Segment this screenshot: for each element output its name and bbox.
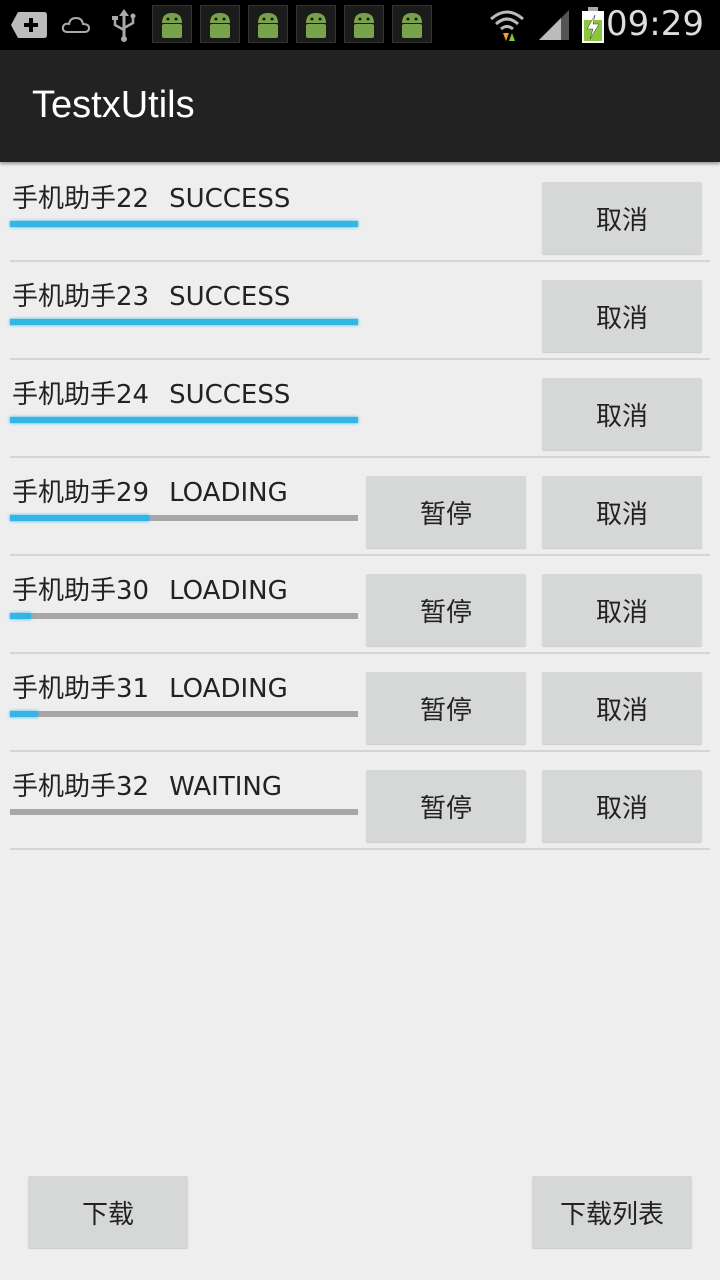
download-progress-fill [10,221,358,227]
download-list: 手机助手22 SUCCESS 取消 手机助手23 SUCCESS 取消 手机助手24… [10,164,710,850]
download-progress-bar [10,221,358,227]
cancel-button[interactable]: 取消 [542,280,702,352]
download-item-label: 手机助手32 WAITING [12,766,282,803]
android-icon [296,5,336,43]
download-item-label: 手机助手31 LOADING [12,668,288,705]
download-state: SUCCESS [169,184,291,214]
download-progress-bar [10,613,358,619]
download-progress-bar [10,711,358,717]
download-state: LOADING [169,576,288,606]
battery-charging-icon [578,6,608,44]
wifi-icon [488,6,526,44]
pause-button[interactable]: 暂停 [366,574,526,646]
download-item: 手机助手30 LOADING 暂停 取消 [10,556,710,654]
download-state: WAITING [169,772,282,802]
download-progress-bar [10,417,358,423]
download-progress-bar [10,515,358,521]
download-progress-fill [10,515,150,521]
download-name: 手机助手30 [12,576,150,606]
cancel-button[interactable]: 取消 [542,476,702,548]
download-state: LOADING [169,674,288,704]
download-name: 手机助手32 [12,772,150,802]
download-item-label: 手机助手23 SUCCESS [12,276,290,313]
signal-icon [536,6,572,44]
pause-button[interactable]: 暂停 [366,770,526,842]
download-item: 手机助手29 LOADING 暂停 取消 [10,458,710,556]
download-progress-fill [10,319,358,325]
download-name: 手机助手31 [12,674,150,704]
status-bar: 09:29 [0,0,720,50]
android-icon [152,5,192,43]
download-state: LOADING [169,478,288,508]
download-item-label: 手机助手29 LOADING [12,472,288,509]
download-progress-bar [10,319,358,325]
download-item: 手机助手23 SUCCESS 取消 [10,262,710,360]
download-name: 手机助手22 [12,184,150,214]
pause-button[interactable]: 暂停 [366,476,526,548]
download-progress-fill [10,613,31,619]
download-name: 手机助手23 [12,282,150,312]
app-title: TestxUtils [32,84,195,126]
clock: 09:29 [606,4,704,44]
cloud-icon [60,6,92,44]
download-item: 手机助手24 SUCCESS 取消 [10,360,710,458]
add-notification-icon [10,6,48,44]
download-item: 手机助手22 SUCCESS 取消 [10,164,710,262]
download-item-label: 手机助手30 LOADING [12,570,288,607]
download-item: 手机助手31 LOADING 暂停 取消 [10,654,710,752]
cancel-button[interactable]: 取消 [542,378,702,450]
download-item-label: 手机助手24 SUCCESS [12,374,290,411]
android-icon [248,5,288,43]
usb-icon [110,6,138,44]
download-name: 手机助手24 [12,380,150,410]
download-name: 手机助手29 [12,478,150,508]
download-progress-fill [10,417,358,423]
android-icon [344,5,384,43]
download-state: SUCCESS [169,380,291,410]
pause-button[interactable]: 暂停 [366,672,526,744]
download-item-label: 手机助手22 SUCCESS [12,178,290,215]
cancel-button[interactable]: 取消 [542,770,702,842]
download-state: SUCCESS [169,282,291,312]
action-bar: TestxUtils [0,50,720,162]
download-progress-bar [10,809,358,815]
cancel-button[interactable]: 取消 [542,672,702,744]
download-progress-fill [10,711,38,717]
android-icon [200,5,240,43]
download-button[interactable]: 下载 [28,1176,188,1248]
cancel-button[interactable]: 取消 [542,182,702,254]
download-list-button[interactable]: 下载列表 [532,1176,692,1248]
cancel-button[interactable]: 取消 [542,574,702,646]
download-item: 手机助手32 WAITING 暂停 取消 [10,752,710,850]
android-icon [392,5,432,43]
